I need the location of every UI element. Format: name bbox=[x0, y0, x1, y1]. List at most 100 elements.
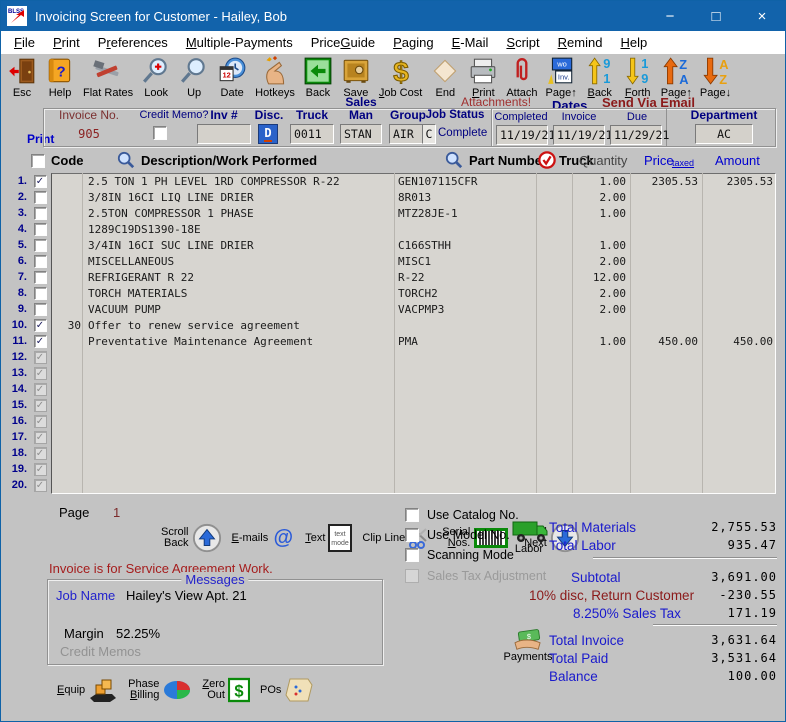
menu-remind[interactable]: Remind bbox=[549, 35, 612, 50]
row-code[interactable] bbox=[51, 381, 83, 397]
row-amount[interactable] bbox=[703, 397, 775, 413]
row-code[interactable] bbox=[51, 413, 83, 429]
row-price[interactable] bbox=[631, 205, 703, 221]
row-truck[interactable] bbox=[537, 429, 573, 445]
row-part-number[interactable] bbox=[395, 461, 537, 477]
row-part-number[interactable]: TORCH2 bbox=[395, 285, 537, 301]
row-price[interactable] bbox=[631, 477, 703, 493]
row-print-checkbox[interactable]: ✓ bbox=[34, 335, 47, 348]
row-truck[interactable] bbox=[537, 173, 573, 189]
menu-multiple-payments[interactable]: Multiple-Payments bbox=[177, 35, 302, 50]
toolbar-paperclip[interactable]: Attach bbox=[502, 56, 541, 99]
row-description[interactable] bbox=[83, 397, 395, 413]
row-description[interactable] bbox=[83, 365, 395, 381]
row-price[interactable]: 450.00 bbox=[631, 333, 703, 349]
row-code[interactable] bbox=[51, 445, 83, 461]
row-quantity[interactable]: 2.00 bbox=[573, 301, 631, 317]
row-description[interactable] bbox=[83, 477, 395, 493]
menu-script[interactable]: Script bbox=[497, 35, 548, 50]
maximize-button[interactable]: □ bbox=[693, 1, 739, 31]
row-quantity[interactable] bbox=[573, 461, 631, 477]
toolbar-printer[interactable]: Print bbox=[464, 56, 502, 99]
toolbar-safe[interactable]: Save bbox=[337, 56, 375, 99]
row-description[interactable]: 3/8IN 16CI LIQ LINE DRIER bbox=[83, 189, 395, 205]
toolbar-page-up-invoice[interactable]: woInv.Page↑ bbox=[542, 56, 581, 99]
row-price[interactable] bbox=[631, 301, 703, 317]
row-quantity[interactable] bbox=[573, 381, 631, 397]
row-truck[interactable] bbox=[537, 477, 573, 493]
row-part-number[interactable]: MTZ28JE-1 bbox=[395, 205, 537, 221]
row-code[interactable]: 30 bbox=[51, 317, 83, 333]
check-icon[interactable] bbox=[538, 151, 556, 169]
row-price[interactable] bbox=[631, 285, 703, 301]
row-description[interactable]: Offer to renew service agreement bbox=[83, 317, 395, 333]
row-truck[interactable] bbox=[537, 189, 573, 205]
disc-field[interactable]: D bbox=[258, 124, 278, 144]
minimize-button[interactable]: − bbox=[647, 1, 693, 31]
row-part-number[interactable] bbox=[395, 413, 537, 429]
invoice-date-field[interactable]: 11/19/21 bbox=[553, 125, 605, 145]
row-part-number[interactable]: PMA bbox=[395, 333, 537, 349]
row-quantity[interactable] bbox=[573, 317, 631, 333]
row-print-checkbox[interactable] bbox=[34, 303, 47, 316]
row-truck[interactable] bbox=[537, 461, 573, 477]
row-code[interactable] bbox=[51, 189, 83, 205]
row-print-checkbox[interactable]: ✓ bbox=[34, 351, 47, 364]
row-truck[interactable] bbox=[537, 269, 573, 285]
row-price[interactable] bbox=[631, 381, 703, 397]
row-truck[interactable] bbox=[537, 445, 573, 461]
row-print-checkbox[interactable]: ✓ bbox=[34, 175, 47, 188]
row-quantity[interactable] bbox=[573, 429, 631, 445]
row-quantity[interactable]: 1.00 bbox=[573, 333, 631, 349]
taxed-link[interactable]: taxed bbox=[672, 158, 694, 168]
row-description[interactable] bbox=[83, 381, 395, 397]
row-description[interactable] bbox=[83, 429, 395, 445]
row-description[interactable]: Preventative Maintenance Agreement bbox=[83, 333, 395, 349]
row-code[interactable] bbox=[51, 477, 83, 493]
row-description[interactable]: 3/4IN 16CI SUC LINE DRIER bbox=[83, 237, 395, 253]
inv-number-field[interactable] bbox=[197, 124, 251, 144]
row-truck[interactable] bbox=[537, 413, 573, 429]
row-amount[interactable] bbox=[703, 349, 775, 365]
row-code[interactable] bbox=[51, 429, 83, 445]
toolbar-sort-az-down[interactable]: AZPage↓ bbox=[696, 56, 735, 99]
row-print-checkbox[interactable] bbox=[34, 207, 47, 220]
row-price[interactable] bbox=[631, 237, 703, 253]
row-amount[interactable] bbox=[703, 285, 775, 301]
row-description[interactable]: REFRIGERANT R 22 bbox=[83, 269, 395, 285]
row-quantity[interactable]: 1.00 bbox=[573, 237, 631, 253]
menu-print[interactable]: Print bbox=[44, 35, 89, 50]
row-code[interactable] bbox=[51, 237, 83, 253]
row-part-number[interactable]: R-22 bbox=[395, 269, 537, 285]
row-description[interactable]: VACUUM PUMP bbox=[83, 301, 395, 317]
row-code[interactable] bbox=[51, 269, 83, 285]
row-amount[interactable] bbox=[703, 365, 775, 381]
row-print-checkbox[interactable]: ✓ bbox=[34, 479, 47, 492]
row-code[interactable] bbox=[51, 349, 83, 365]
close-button[interactable]: × bbox=[739, 1, 785, 31]
row-quantity[interactable] bbox=[573, 445, 631, 461]
menu-preferences[interactable]: Preferences bbox=[89, 35, 177, 50]
row-amount[interactable] bbox=[703, 317, 775, 333]
toolbar-magnifier[interactable]: Up bbox=[175, 56, 213, 99]
menu-priceguide[interactable]: PriceGuide bbox=[302, 35, 384, 50]
row-price[interactable]: 2305.53 bbox=[631, 173, 703, 189]
credit-memo-checkbox[interactable] bbox=[153, 126, 167, 140]
menu-paging[interactable]: Paging bbox=[384, 35, 442, 50]
row-quantity[interactable] bbox=[573, 349, 631, 365]
row-print-checkbox[interactable]: ✓ bbox=[34, 319, 47, 332]
toolbar-job-cost-dollar[interactable]: $Job Cost bbox=[375, 56, 426, 99]
row-part-number[interactable]: GEN107115CFR bbox=[395, 173, 537, 189]
row-print-checkbox[interactable]: ✓ bbox=[34, 463, 47, 476]
row-part-number[interactable]: C166STHH bbox=[395, 237, 537, 253]
row-print-checkbox[interactable]: ✓ bbox=[34, 415, 47, 428]
row-truck[interactable] bbox=[537, 237, 573, 253]
row-print-checkbox[interactable] bbox=[34, 239, 47, 252]
row-amount[interactable] bbox=[703, 301, 775, 317]
row-part-number[interactable] bbox=[395, 445, 537, 461]
row-quantity[interactable]: 1.00 bbox=[573, 173, 631, 189]
due-date-field[interactable]: 11/29/21 bbox=[610, 125, 662, 145]
row-description[interactable] bbox=[83, 413, 395, 429]
row-amount[interactable] bbox=[703, 237, 775, 253]
row-quantity[interactable]: 1.00 bbox=[573, 205, 631, 221]
